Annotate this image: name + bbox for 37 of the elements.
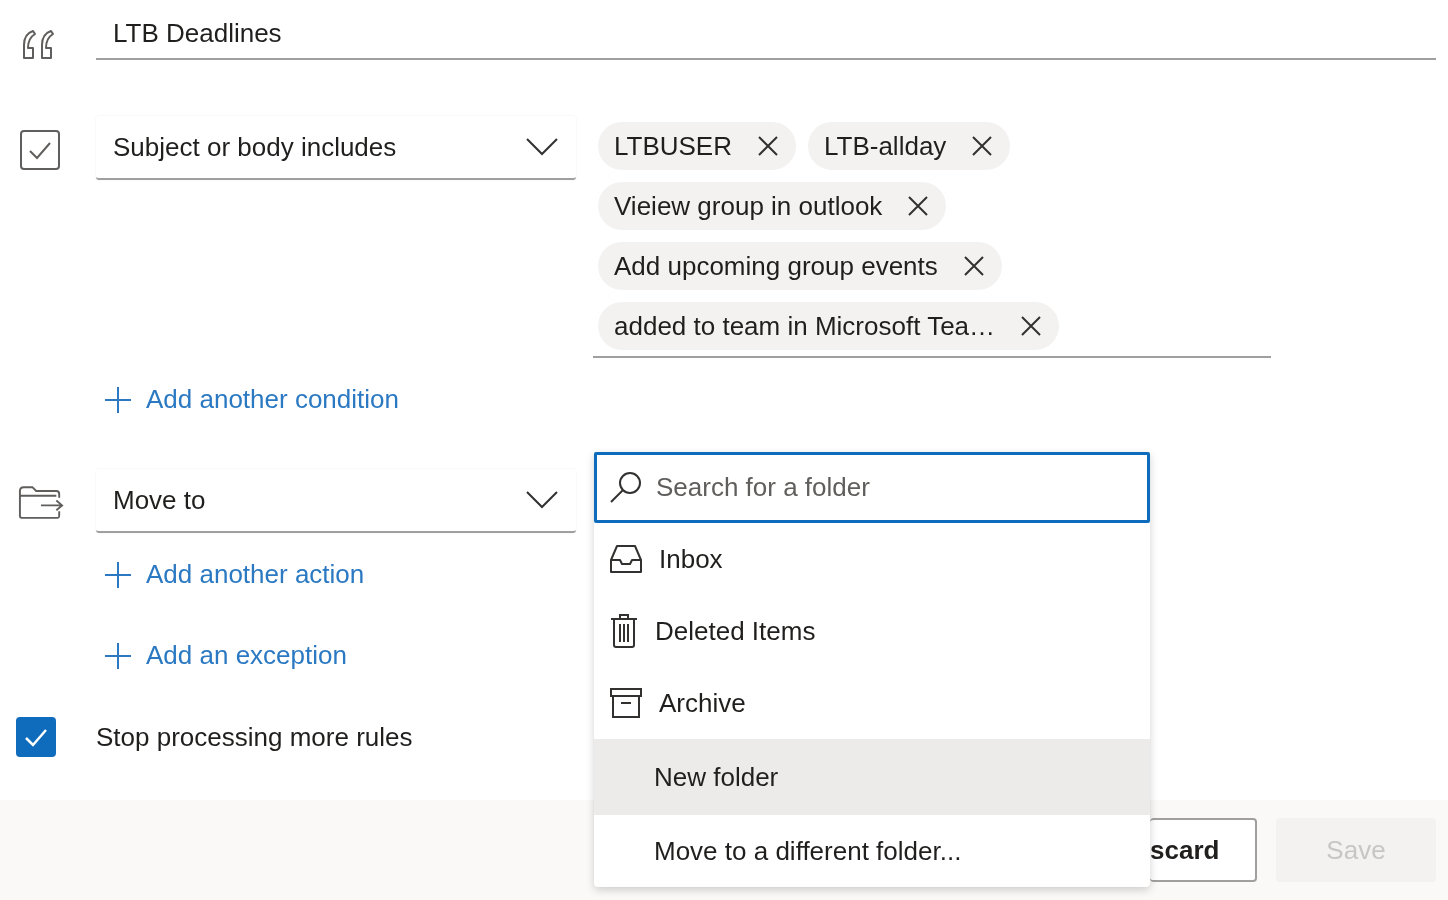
close-icon[interactable] [963,256,984,276]
menu-item[interactable]: New folder [594,739,1150,815]
checkbox-icon [20,130,60,170]
chevron-down-icon [526,491,558,509]
menu-item[interactable]: Inbox [594,523,1150,595]
close-icon[interactable] [758,136,778,156]
checkbox[interactable] [16,717,56,757]
menu-item[interactable]: Archive [594,667,1150,739]
folder-search-field[interactable]: Search for a folder [594,452,1150,523]
menu-item[interactable]: Deleted Items [594,595,1150,667]
keywords-field[interactable]: LTBUSER LTB-allday Vieiew group in outlook Add upcoming group events added to team in Microsoft Tea… [593,116,1271,358]
action-dropdown[interactable]: Move to [96,469,576,533]
keyword-tag: Vieiew group in outlook [598,182,947,230]
folder-move-icon [18,485,64,520]
checkbox-label: Stop processing more rules [96,721,413,753]
keyword-tag: added to team in Microsoft Tea… [598,302,1060,350]
discard-button[interactable]: scard [1150,818,1257,882]
chevron-down-icon [526,138,558,156]
rule-name-field[interactable]: LTB Deadlines [96,14,1436,60]
plus-icon [105,642,131,669]
add-exception-link[interactable]: Add an exception [105,640,347,671]
archive-icon [610,688,642,718]
keyword-tag: LTB-allday [808,122,1011,170]
keyword-tag: LTBUSER [598,122,796,170]
keyword-tag: Add upcoming group events [598,242,1002,290]
inbox-icon [610,545,642,573]
close-icon[interactable] [908,196,929,216]
trash-icon [610,614,638,648]
close-icon[interactable] [972,136,993,156]
plus-icon [105,561,131,588]
condition-dropdown[interactable]: Subject or body includes [96,116,576,180]
plus-icon [105,386,131,413]
close-icon[interactable] [1021,316,1042,336]
add-action-link[interactable]: Add another action [105,559,365,590]
add-condition-link[interactable]: Add another condition [105,384,399,415]
menu-item[interactable]: Move to a different folder... [594,815,1150,887]
search-icon [610,471,642,503]
